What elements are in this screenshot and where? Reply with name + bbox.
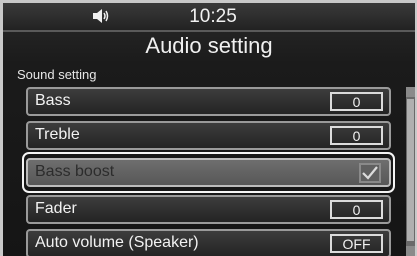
- setting-row-auto-volume[interactable]: Auto volume (Speaker) OFF: [26, 229, 391, 256]
- speaker-icon: [93, 9, 109, 23]
- page-title: Audio setting: [145, 33, 273, 58]
- setting-label: Fader: [35, 200, 77, 217]
- scroll-up-icon[interactable]: [406, 87, 415, 97]
- setting-row-treble[interactable]: Treble 0: [26, 121, 391, 150]
- setting-label: Treble: [35, 126, 80, 143]
- status-bar: 10:25: [3, 3, 415, 32]
- setting-label: Bass: [35, 92, 71, 109]
- setting-value: 0: [330, 92, 383, 111]
- setting-label: Auto volume (Speaker): [35, 234, 199, 251]
- setting-row-bass[interactable]: Bass 0: [26, 87, 391, 116]
- scroll-down-icon[interactable]: [406, 246, 415, 256]
- clock: 10:25: [189, 6, 237, 27]
- setting-row-fader[interactable]: Fader 0: [26, 195, 391, 224]
- selection-highlight: [22, 152, 395, 193]
- setting-value: 0: [330, 200, 383, 219]
- scrollbar[interactable]: [406, 87, 415, 256]
- section-label: Sound setting: [17, 67, 97, 82]
- setting-value: OFF: [330, 234, 383, 253]
- setting-value: 0: [330, 126, 383, 145]
- scroll-thumb[interactable]: [407, 99, 414, 241]
- screen: 10:25 Audio setting Sound setting Bass 0…: [3, 3, 415, 256]
